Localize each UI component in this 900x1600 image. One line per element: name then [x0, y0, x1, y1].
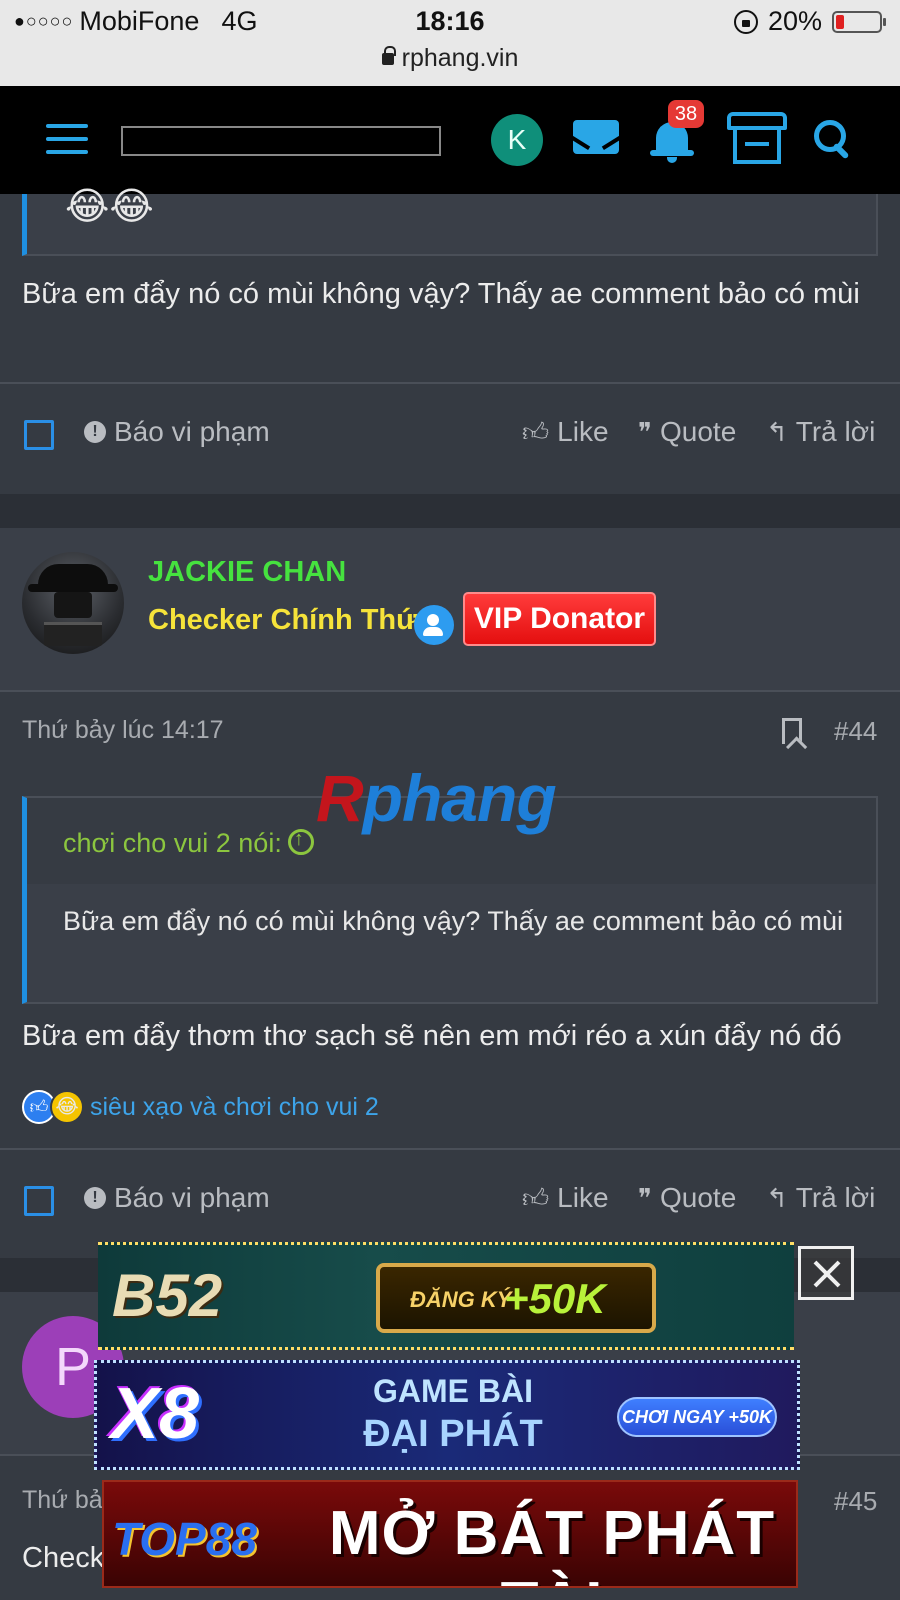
select-checkbox[interactable]: [24, 420, 54, 450]
post-body: Bữa em đẩy thơm thơ sạch sẽ nên em mới r…: [22, 1020, 842, 1052]
like-button[interactable]: 👍︎ Like: [522, 416, 609, 448]
jump-to-quote-icon[interactable]: [287, 828, 314, 855]
quote-icon: ❞: [638, 1182, 652, 1213]
user-avatar[interactable]: K: [491, 114, 543, 166]
user-title: Checker Chính Thức: [148, 604, 434, 636]
like-label: Like: [557, 416, 609, 447]
post-44: JACKIE CHAN Checker Chính Thức VIP Donat…: [0, 528, 900, 1258]
post-date[interactable]: Thứ bả: [22, 1486, 103, 1515]
report-button[interactable]: ! Báo vi phạm: [84, 1182, 270, 1214]
x8-play-button[interactable]: CHƠI NGAY +50K: [617, 1397, 777, 1437]
post-date[interactable]: Thứ bảy lúc 14:17: [22, 716, 224, 745]
divider: [0, 690, 900, 692]
report-button[interactable]: ! Báo vi phạm: [84, 416, 270, 448]
quote-button[interactable]: ❞ Quote: [638, 416, 736, 448]
battery-icon: [832, 10, 886, 33]
status-right: 20%: [733, 6, 886, 37]
reaction-summary[interactable]: 👍︎ 😂 siêu xạo và chơi cho vui 2: [22, 1090, 379, 1124]
quote-icon: ❞: [638, 416, 652, 447]
report-label: Báo vi phạm: [114, 416, 270, 447]
quote-block: 😂😂: [22, 186, 878, 256]
b52-register-button[interactable]: ĐĂNG KÝ +50K: [376, 1263, 656, 1333]
quote-button[interactable]: ❞ Quote: [638, 1182, 736, 1214]
url-text: rphang.vin: [401, 44, 519, 72]
post-author-header: JACKIE CHAN Checker Chính Thức VIP Donat…: [0, 528, 900, 690]
quote-label: Quote: [660, 1182, 737, 1213]
post-number[interactable]: #44: [834, 716, 877, 747]
like-button[interactable]: 👍︎ Like: [522, 1182, 609, 1214]
thumbs-up-icon: 👍︎: [522, 416, 550, 447]
reply-icon: ↰: [766, 1182, 788, 1213]
post-43: 😂😂 Bữa em đẩy nó có mùi không vậy? Thấy …: [0, 186, 900, 494]
verified-user-icon: [414, 605, 454, 645]
site-header: K 38: [0, 86, 900, 194]
ad-banner-b52[interactable]: B52 ĐĂNG KÝ +50K: [98, 1242, 794, 1350]
reply-label: Trả lời: [795, 1182, 876, 1213]
post-actions: ! Báo vi phạm 👍︎ Like ❞ Quote ↰ Trả lời: [0, 1174, 900, 1234]
alert-icon: !: [84, 421, 106, 443]
padlock-icon: [381, 46, 396, 65]
site-watermark-logo: Rphang: [316, 761, 557, 835]
notification-badge: 38: [668, 100, 704, 128]
divider: [0, 382, 900, 384]
reply-button[interactable]: ↰ Trả lời: [766, 416, 875, 448]
avatar[interactable]: [22, 552, 124, 654]
bookmark-icon[interactable]: [782, 718, 802, 744]
reactor-names[interactable]: siêu xạo và chơi cho vui 2: [90, 1093, 379, 1122]
quote-text: Bữa em đẩy nó có mùi không vậy? Thấy ae …: [63, 906, 843, 936]
battery-percent: 20%: [767, 6, 822, 36]
username[interactable]: JACKIE CHAN: [148, 556, 346, 589]
mail-icon[interactable]: [573, 120, 619, 154]
x8-headline: GAME BÀI: [373, 1373, 533, 1409]
post-actions: ! Báo vi phạm 👍︎ Like ❞ Quote ↰ Trả lời: [0, 408, 900, 468]
laughing-emoji-icon: 😂😂: [65, 186, 154, 228]
post-body: Bữa em đẩy nó có mùi không vậy? Thấy ae …: [22, 278, 860, 310]
rotation-lock-icon: [733, 9, 758, 34]
haha-reaction-icon: 😂: [50, 1090, 84, 1124]
alert-icon: !: [84, 1187, 106, 1209]
reply-button[interactable]: ↰ Trả lời: [766, 1182, 875, 1214]
search-icon[interactable]: [814, 120, 854, 160]
top88-slogan: MỞ BÁT PHÁT TÀI: [328, 1499, 776, 1586]
vip-badge: VIP Donator: [463, 592, 656, 646]
menu-icon[interactable]: [46, 124, 88, 154]
post-body: Check: [22, 1542, 105, 1574]
report-label: Báo vi phạm: [114, 1182, 270, 1213]
select-checkbox[interactable]: [24, 1186, 54, 1216]
battery-level: [836, 14, 844, 29]
address-bar[interactable]: rphang.vin: [0, 44, 900, 73]
reply-icon: ↰: [766, 416, 788, 447]
ad-banner-x8[interactable]: X8 GAME BÀI ĐẠI PHÁT CHƠI NGAY +50K: [94, 1360, 800, 1470]
like-label: Like: [557, 1182, 609, 1213]
x8-subheadline: ĐẠI PHÁT: [363, 1413, 543, 1455]
x8-logo: X8: [111, 1374, 200, 1454]
b52-logo: B52: [112, 1262, 223, 1329]
ad-banner-top88[interactable]: TOP88 MỞ BÁT PHÁT TÀI: [102, 1480, 798, 1588]
status-bar: ●○○○○ MobiFone 4G 18:16 20% rphang.vin: [0, 0, 900, 86]
close-ads-button[interactable]: [798, 1246, 854, 1300]
top88-logo: TOP88: [112, 1513, 257, 1565]
quote-label: Quote: [660, 416, 737, 447]
search-input[interactable]: [121, 126, 441, 156]
divider: [0, 1148, 900, 1150]
post-separator: [0, 494, 900, 528]
thumbs-up-icon: 👍︎: [522, 1182, 550, 1213]
store-icon[interactable]: [727, 112, 787, 166]
post-number[interactable]: #45: [834, 1486, 877, 1517]
reply-label: Trả lời: [795, 416, 876, 447]
quote-author[interactable]: chơi cho vui 2 nói:: [63, 826, 314, 859]
